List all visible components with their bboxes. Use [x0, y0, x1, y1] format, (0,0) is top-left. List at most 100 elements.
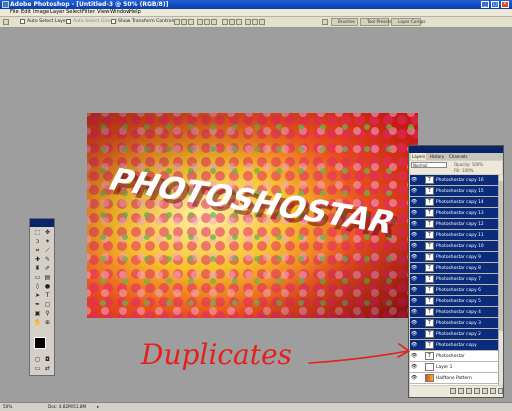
layer-name[interactable]: Photoshostar copy 3 [436, 318, 481, 329]
eraser-tool-icon[interactable]: ▭ [33, 274, 42, 282]
visibility-eye-icon[interactable]: 👁 [411, 199, 417, 205]
magic-wand-tool-icon[interactable]: ✶ [43, 238, 52, 246]
gradient-tool-icon[interactable]: ▤ [43, 274, 52, 282]
layer-name[interactable]: Halftone Pattern [436, 373, 472, 384]
layer-name[interactable]: Photoshostar copy 11 [436, 230, 484, 241]
visibility-eye-icon[interactable]: 👁 [411, 287, 417, 293]
move-tool-icon[interactable]: ✥ [43, 229, 52, 237]
maximize-button[interactable]: □ [491, 1, 499, 8]
visibility-eye-icon[interactable]: 👁 [411, 254, 417, 260]
healing-brush-tool-icon[interactable]: ✚ [33, 256, 42, 264]
standard-mode-icon[interactable]: ◻ [33, 356, 42, 364]
tab-brushes[interactable]: Brushes [331, 18, 358, 26]
layer-row[interactable]: 👁 T Photoshostar copy 2 [410, 329, 498, 340]
distribute-top-icon[interactable] [222, 19, 228, 25]
align-right-icon[interactable] [211, 19, 217, 25]
zoom-tool-icon[interactable]: ⊕ [43, 319, 52, 327]
visibility-eye-icon[interactable]: 👁 [411, 177, 417, 183]
jump-to-imageready-icon[interactable]: ⇄ [43, 365, 52, 373]
layer-row[interactable]: 👁 T Photoshostar copy 4 [410, 307, 498, 318]
layer-name[interactable]: Photoshostar copy 2 [436, 329, 481, 340]
layer-row[interactable]: 👁 T Photoshostar copy [410, 340, 498, 351]
visibility-eye-icon[interactable]: 👁 [411, 320, 417, 326]
menu-image[interactable]: Image [33, 9, 49, 16]
layer-name[interactable]: Photoshostar copy 12 [436, 219, 484, 230]
lasso-tool-icon[interactable]: ↄ [33, 238, 42, 246]
visibility-eye-icon[interactable]: 👁 [411, 298, 417, 304]
layer-name[interactable]: Layer 1 [436, 362, 452, 373]
visibility-eye-icon[interactable]: 👁 [411, 375, 417, 381]
close-button[interactable]: × [501, 1, 509, 8]
tab-layer-comps[interactable]: Layer Comps [391, 18, 425, 26]
blend-mode-select[interactable]: Normal [411, 162, 447, 168]
layer-row[interactable]: 👁 T Photoshostar [410, 351, 498, 362]
layer-name[interactable]: Photoshostar copy 10 [436, 241, 484, 252]
quick-mask-icon[interactable]: ◘ [43, 356, 52, 364]
slice-tool-icon[interactable]: ⟋ [43, 247, 52, 255]
auto-select-groups-checkbox[interactable] [66, 19, 71, 24]
visibility-eye-icon[interactable]: 👁 [411, 210, 417, 216]
distribute-hcenter-icon[interactable] [252, 19, 258, 25]
layer-name[interactable]: Photoshostar copy 7 [436, 274, 481, 285]
layer-row[interactable]: 👁 T Photoshostar copy 3 [410, 318, 498, 329]
pen-tool-icon[interactable]: ✒ [33, 301, 42, 309]
align-vertical-center-icon[interactable] [181, 19, 187, 25]
layer-name[interactable]: Photoshostar copy 15 [436, 186, 484, 197]
layer-row[interactable]: 👁 T Photoshostar copy 13 [410, 208, 498, 219]
tab-layers[interactable]: Layers [411, 153, 427, 160]
menu-filter[interactable]: Filter [82, 9, 95, 16]
visibility-eye-icon[interactable]: 👁 [411, 309, 417, 315]
brush-tool-icon[interactable]: ✎ [43, 256, 52, 264]
layer-row[interactable]: 👁 T Photoshostar copy 8 [410, 263, 498, 274]
layer-row[interactable]: 👁 T Photoshostar copy 6 [410, 285, 498, 296]
tab-history[interactable]: History [430, 153, 444, 160]
menu-view[interactable]: View [97, 9, 109, 16]
toolbox-header[interactable] [30, 219, 54, 227]
visibility-eye-icon[interactable]: 👁 [411, 276, 417, 282]
layer-row[interactable]: 👁 T Photoshostar copy 14 [410, 197, 498, 208]
menu-edit[interactable]: Edit [21, 9, 31, 16]
visibility-eye-icon[interactable]: 👁 [411, 243, 417, 249]
menu-window[interactable]: Window [110, 9, 130, 16]
align-horizontal-center-icon[interactable] [204, 19, 210, 25]
show-transform-controls-checkbox[interactable] [111, 19, 116, 24]
eyedropper-tool-icon[interactable]: ⚲ [43, 310, 52, 318]
layer-name[interactable]: Photoshostar copy 9 [436, 252, 481, 263]
layer-row[interactable]: 👁 T Photoshostar copy 5 [410, 296, 498, 307]
type-tool-icon[interactable]: T [43, 292, 52, 300]
layer-row[interactable]: 👁 T Photoshostar copy 7 [410, 274, 498, 285]
layer-style-icon[interactable] [458, 388, 464, 394]
history-brush-tool-icon[interactable]: ✐ [43, 265, 52, 273]
layer-name[interactable]: Photoshostar copy [436, 340, 477, 351]
layer-name[interactable]: Photoshostar [436, 351, 465, 362]
layer-row[interactable]: 👁 T Photoshostar copy 10 [410, 241, 498, 252]
layer-name[interactable]: Photoshostar copy 13 [436, 208, 484, 219]
layer-name[interactable]: Photoshostar copy 14 [436, 197, 484, 208]
foreground-color-swatch[interactable] [34, 337, 46, 349]
shape-tool-icon[interactable]: ▢ [43, 301, 52, 309]
menu-select[interactable]: Select [66, 9, 82, 16]
layer-name[interactable]: Photoshostar copy 8 [436, 263, 481, 274]
crop-tool-icon[interactable]: ⌗ [33, 247, 42, 255]
visibility-eye-icon[interactable]: 👁 [411, 265, 417, 271]
new-group-icon[interactable] [482, 388, 488, 394]
menu-file[interactable]: File [10, 9, 19, 16]
marquee-tool-icon[interactable]: ⬚ [33, 229, 42, 237]
notes-tool-icon[interactable]: ▣ [33, 310, 42, 318]
align-bottom-icon[interactable] [188, 19, 194, 25]
palette-well-icon[interactable] [322, 19, 328, 25]
layer-mask-icon[interactable] [466, 388, 472, 394]
blur-tool-icon[interactable]: ◊ [33, 283, 42, 291]
opacity-value[interactable]: 100% [472, 162, 483, 167]
layer-row[interactable]: 👁 T Photoshostar copy 16 [410, 175, 498, 186]
trash-icon[interactable] [498, 388, 503, 394]
screen-mode-icon[interactable]: ▭ [33, 365, 42, 373]
document-canvas[interactable]: PHOTOSHOSTAR PHOTOSHOSTAR [87, 113, 418, 318]
layer-name[interactable]: Photoshostar copy 6 [436, 285, 481, 296]
dodge-tool-icon[interactable]: ● [43, 283, 52, 291]
layers-scroll-thumb[interactable] [499, 181, 503, 331]
distribute-left-icon[interactable] [245, 19, 251, 25]
visibility-eye-icon[interactable]: 👁 [411, 221, 417, 227]
distribute-center-icon[interactable] [229, 19, 235, 25]
layer-row[interactable]: 👁 T Photoshostar copy 15 [410, 186, 498, 197]
